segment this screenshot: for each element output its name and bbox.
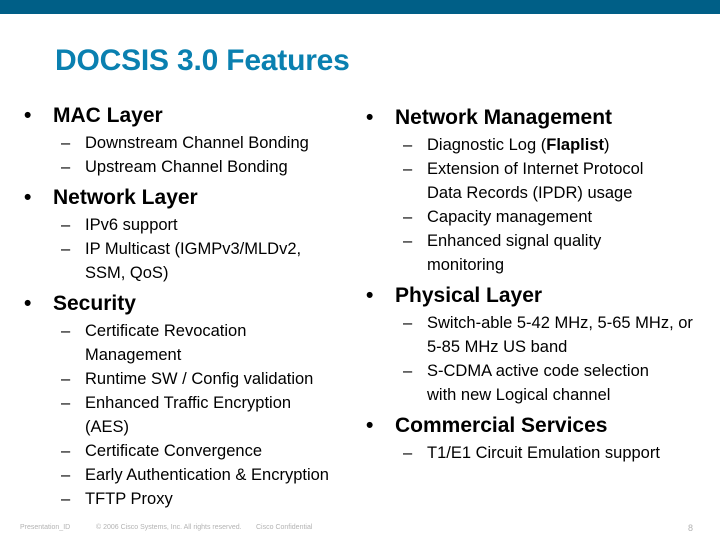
section-heading: • Physical Layer	[366, 281, 720, 311]
list-item-text: Switch-able 5-42 MHz, 5-65 MHz, or 5-85 …	[427, 314, 693, 356]
dash-icon: –	[61, 322, 71, 340]
left-column: • MAC Layer – Downstream Channel Bonding …	[24, 101, 364, 515]
section-security: • Security – Certificate Revocation Manag…	[24, 289, 364, 511]
subitem-list: – Diagnostic Log (Flaplist) – Extension of…	[366, 133, 720, 277]
list-item-text: Certificate Convergence	[85, 442, 263, 460]
section-heading: • Commercial Services	[366, 411, 720, 441]
section-heading: • MAC Layer	[24, 101, 364, 131]
section-heading: • Network Layer	[24, 183, 364, 213]
list-item-text: Early Authentication & Encryption	[85, 466, 329, 484]
dash-icon: –	[61, 134, 71, 152]
list-item-text: Upstream Channel Bonding	[85, 158, 288, 176]
subitem-list: – Downstream Channel Bonding – Upstream Ch…	[24, 131, 364, 179]
section-network-layer: • Network Layer – IPv6 support – IP Multic…	[24, 183, 364, 285]
list-item-text: Enhanced Traffic Encryption (AES)	[85, 394, 292, 436]
list-item-text: Enhanced signal quality monitoring	[427, 232, 602, 274]
list-item-text: T1/E1 Circuit Emulation support	[427, 444, 660, 462]
list-item: – Upstream Channel Bonding	[24, 155, 364, 179]
dash-icon: –	[61, 240, 71, 258]
list-item: – IP Multicast (IGMPv3/MLDv2, SSM, QoS)	[24, 237, 315, 285]
section-heading: • Network Management	[366, 103, 720, 133]
list-item: – Enhanced signal quality monitoring	[366, 229, 627, 277]
subitem-list: – Certificate Revocation Management – Runt…	[24, 319, 364, 511]
dash-icon: –	[61, 158, 71, 176]
heading-text: Network Management	[395, 106, 613, 129]
dash-icon: –	[403, 160, 413, 178]
list-item: – Downstream Channel Bonding	[24, 131, 364, 155]
slide-title: DOCSIS 3.0 Features	[55, 44, 350, 77]
emphasized-word: Flaplist	[546, 136, 604, 154]
dash-icon: –	[61, 370, 71, 388]
list-item-text: TFTP Proxy	[85, 490, 173, 508]
dash-icon: –	[61, 442, 71, 460]
list-item: – Diagnostic Log (Flaplist)	[366, 133, 720, 157]
page-number: 8	[688, 523, 694, 533]
list-item: – Early Authentication & Encryption	[24, 463, 364, 487]
bullet-icon: •	[366, 106, 374, 129]
list-item-text: Downstream Channel Bonding	[85, 134, 309, 152]
top-banner-bar	[0, 0, 720, 14]
bullet-icon: •	[24, 104, 32, 127]
subitem-list: – T1/E1 Circuit Emulation support	[366, 441, 720, 465]
heading-text: Security	[53, 292, 136, 315]
dash-icon: –	[403, 232, 413, 250]
dash-icon: –	[403, 444, 413, 462]
bullet-icon: •	[366, 414, 374, 437]
list-item-text: Extension of Internet Protocol Data Reco…	[427, 160, 644, 202]
heading-text: Network Layer	[53, 186, 198, 209]
footer-copyright: © 2006 Cisco Systems, Inc. All rights re…	[96, 524, 242, 531]
list-item: – Certificate Revocation Management	[24, 319, 270, 367]
bullet-icon: •	[24, 186, 32, 209]
dash-icon: –	[61, 394, 71, 412]
section-mac-layer: • MAC Layer – Downstream Channel Bonding …	[24, 101, 364, 179]
section-heading: • Security	[24, 289, 364, 319]
dash-icon: –	[403, 208, 413, 226]
list-item-text: IPv6 support	[85, 216, 178, 234]
footer-confidential: Cisco Confidential	[256, 524, 313, 531]
list-item: – S-CDMA active code selection with new L…	[366, 359, 677, 407]
heading-text: MAC Layer	[53, 104, 163, 127]
dash-icon: –	[403, 314, 413, 332]
heading-text: Commercial Services	[395, 414, 608, 437]
footer-presentation-id: Presentation_ID	[20, 524, 71, 531]
dash-icon: –	[61, 216, 71, 234]
list-item-text: Runtime SW / Config validation	[85, 370, 314, 388]
dash-icon: –	[403, 136, 413, 154]
list-item-text: Diagnostic Log (Flaplist)	[427, 136, 610, 154]
heading-text: Physical Layer	[395, 284, 543, 307]
dash-icon: –	[403, 362, 413, 380]
list-item: – TFTP Proxy	[24, 487, 364, 511]
list-item: – Runtime SW / Config validation	[24, 367, 364, 391]
bullet-icon: •	[24, 292, 32, 315]
right-column: • Network Management – Diagnostic Log (Fl…	[366, 103, 720, 469]
section-network-management: • Network Management – Diagnostic Log (Fl…	[366, 103, 720, 277]
dash-icon: –	[61, 490, 71, 508]
list-item: – Enhanced Traffic Encryption (AES)	[24, 391, 300, 439]
list-item-text: Capacity management	[427, 208, 593, 226]
list-item-text: Certificate Revocation Management	[85, 322, 247, 364]
section-physical-layer: • Physical Layer – Switch-able 5-42 MHz, …	[366, 281, 720, 407]
dash-icon: –	[61, 466, 71, 484]
list-item-text: S-CDMA active code selection with new Lo…	[427, 362, 649, 404]
section-commercial-services: • Commercial Services – T1/E1 Circuit Emu…	[366, 411, 720, 465]
list-item-text: IP Multicast (IGMPv3/MLDv2, SSM, QoS)	[85, 240, 302, 282]
bullet-icon: •	[366, 284, 374, 307]
list-item: – Extension of Internet Protocol Data Rec…	[366, 157, 652, 205]
list-item: – IPv6 support	[24, 213, 364, 237]
list-item: – Switch-able 5-42 MHz, 5-65 MHz, or 5-85…	[366, 311, 697, 359]
subitem-list: – IPv6 support – IP Multicast (IGMPv3/MLDv…	[24, 213, 364, 285]
subitem-list: – Switch-able 5-42 MHz, 5-65 MHz, or 5-85…	[366, 311, 720, 407]
list-item: – Capacity management	[366, 205, 720, 229]
list-item: – Certificate Convergence	[24, 439, 364, 463]
list-item: – T1/E1 Circuit Emulation support	[366, 441, 720, 465]
